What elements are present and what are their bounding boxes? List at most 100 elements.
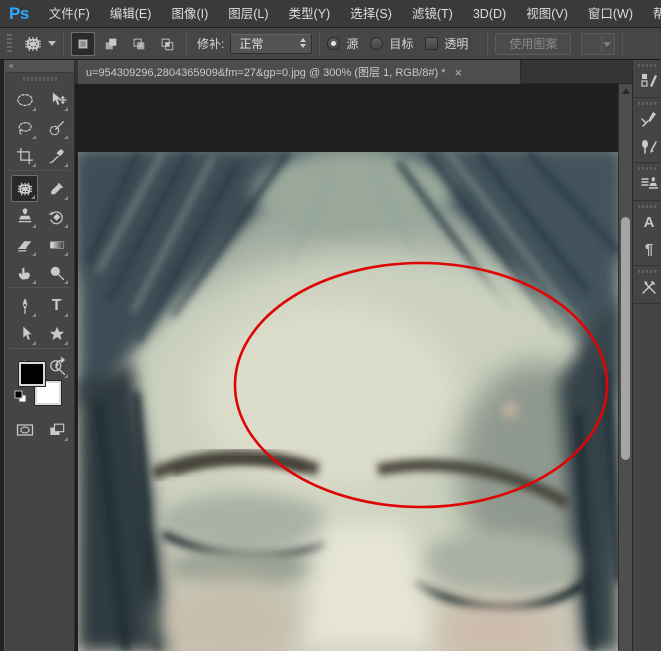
target-radio-option[interactable]: 目标 bbox=[370, 35, 413, 52]
panel-dock: A ¶ bbox=[632, 60, 661, 651]
patch-mode-value: 正常 bbox=[239, 35, 263, 52]
character-panel-button[interactable]: A bbox=[639, 211, 659, 233]
scroll-up-icon[interactable] bbox=[622, 88, 630, 94]
gradient-tool[interactable] bbox=[43, 231, 70, 258]
source-radio-option[interactable]: 源 bbox=[327, 35, 358, 52]
quick-selection-tool[interactable] bbox=[43, 114, 70, 141]
pen-tool[interactable] bbox=[11, 292, 38, 319]
options-gripper[interactable] bbox=[7, 34, 12, 54]
separator bbox=[186, 32, 187, 56]
menu-image[interactable]: 图像(I) bbox=[161, 0, 218, 28]
transparent-checkbox-option[interactable]: 透明 bbox=[425, 35, 468, 52]
eraser-tool[interactable] bbox=[11, 231, 38, 258]
scrollbar-thumb[interactable] bbox=[621, 217, 630, 460]
pattern-picker-dropdown[interactable] bbox=[581, 33, 615, 55]
patch-tool-icon bbox=[22, 33, 44, 55]
menu-filter[interactable]: 滤镜(T) bbox=[402, 0, 463, 28]
tool-options-bar: 修补: 正常 源 目标 透明 使用图案 bbox=[0, 28, 661, 60]
canvas-viewport[interactable] bbox=[75, 84, 618, 651]
separator bbox=[622, 32, 623, 56]
vertical-scrollbar[interactable] bbox=[618, 84, 632, 651]
source-radio[interactable] bbox=[327, 37, 340, 50]
patch-mode-select[interactable]: 正常 bbox=[230, 34, 312, 54]
target-radio[interactable] bbox=[370, 37, 383, 50]
character-panel-icon: A bbox=[644, 214, 655, 231]
subtract-selection-icon bbox=[131, 36, 147, 52]
photoshop-window: Ps 文件(F) 编辑(E) 图像(I) 图层(L) 类型(Y) 选择(S) 滤… bbox=[0, 0, 661, 651]
clone-stamp-tool[interactable] bbox=[11, 203, 38, 230]
menu-window[interactable]: 窗口(W) bbox=[578, 0, 643, 28]
separator bbox=[487, 32, 488, 56]
menu-help[interactable]: 帮助(H) bbox=[643, 0, 661, 28]
default-colors-icon[interactable] bbox=[14, 390, 28, 404]
dock-gripper[interactable] bbox=[638, 64, 656, 67]
tool-presets-panel-button[interactable] bbox=[639, 276, 659, 298]
divider bbox=[9, 348, 70, 349]
subtract-from-selection-button[interactable] bbox=[127, 32, 151, 56]
photo-image[interactable] bbox=[78, 152, 618, 651]
clone-source-panel-button[interactable] bbox=[639, 173, 659, 195]
collapse-panel-icon: « bbox=[9, 61, 13, 70]
dock-gripper[interactable] bbox=[638, 167, 656, 170]
use-pattern-button[interactable]: 使用图案 bbox=[495, 33, 571, 55]
swap-colors-icon[interactable] bbox=[53, 356, 69, 372]
brush-panel-button[interactable] bbox=[639, 108, 659, 130]
tools-panel-gripper[interactable] bbox=[23, 77, 57, 81]
add-to-selection-button[interactable] bbox=[99, 32, 123, 56]
document-area: u=954309296,2804365909&fm=27&gp=0.jpg @ … bbox=[75, 60, 632, 651]
dock-gripper[interactable] bbox=[638, 205, 656, 208]
preset-caret-icon bbox=[48, 41, 56, 46]
document-tab[interactable]: u=954309296,2804365909&fm=27&gp=0.jpg @ … bbox=[78, 60, 521, 84]
dock-section bbox=[633, 163, 661, 201]
dock-gripper[interactable] bbox=[638, 102, 656, 105]
transparent-checkbox[interactable] bbox=[425, 37, 438, 50]
styles-panel-button[interactable] bbox=[639, 70, 659, 92]
eyedropper-tool[interactable] bbox=[43, 142, 70, 169]
crop-tool[interactable] bbox=[11, 142, 38, 169]
screen-mode-button[interactable] bbox=[43, 416, 70, 443]
menu-select[interactable]: 选择(S) bbox=[340, 0, 402, 28]
elliptical-marquee-tool[interactable] bbox=[11, 86, 38, 113]
quick-mask-button[interactable] bbox=[11, 416, 38, 443]
menu-view[interactable]: 视图(V) bbox=[516, 0, 578, 28]
paragraph-panel-button[interactable]: ¶ bbox=[639, 238, 659, 260]
menu-edit[interactable]: 编辑(E) bbox=[100, 0, 162, 28]
brush-presets-panel-button[interactable] bbox=[639, 135, 659, 157]
brush-tool[interactable] bbox=[43, 175, 70, 202]
patch-tool[interactable] bbox=[11, 175, 38, 202]
tab-close-icon[interactable]: × bbox=[454, 66, 462, 79]
styles-panel-icon bbox=[640, 72, 658, 90]
path-selection-tool[interactable] bbox=[11, 320, 38, 347]
brush-panel-icon bbox=[640, 110, 658, 128]
tool-preset-button[interactable] bbox=[22, 33, 56, 55]
menu-file[interactable]: 文件(F) bbox=[39, 0, 100, 28]
smudge-tool[interactable] bbox=[11, 259, 38, 286]
type-tool[interactable]: T bbox=[43, 292, 70, 319]
move-tool[interactable] bbox=[43, 86, 70, 113]
paragraph-panel-icon: ¶ bbox=[645, 241, 653, 258]
dock-gripper[interactable] bbox=[638, 270, 656, 273]
separator bbox=[63, 32, 64, 56]
menu-type[interactable]: 类型(Y) bbox=[279, 0, 341, 28]
pattern-caret-icon bbox=[603, 42, 611, 47]
selection-mode-group bbox=[71, 32, 179, 56]
new-selection-button[interactable] bbox=[71, 32, 95, 56]
tools-panel: « bbox=[4, 60, 75, 651]
tools-panel-collapse[interactable]: « bbox=[5, 60, 74, 73]
dodge-tool[interactable] bbox=[43, 259, 70, 286]
history-brush-tool[interactable] bbox=[43, 203, 70, 230]
lasso-tool[interactable] bbox=[11, 114, 38, 141]
clone-source-panel-icon bbox=[640, 175, 658, 193]
target-radio-label: 目标 bbox=[389, 35, 413, 52]
foreground-color-swatch[interactable] bbox=[19, 362, 45, 386]
menu-3d[interactable]: 3D(D) bbox=[463, 0, 516, 28]
document-tab-title: u=954309296,2804365909&fm=27&gp=0.jpg @ … bbox=[86, 64, 445, 80]
intersect-selection-icon bbox=[159, 36, 175, 52]
menu-layer[interactable]: 图层(L) bbox=[218, 0, 278, 28]
custom-shape-tool[interactable] bbox=[43, 320, 70, 347]
wrench-icon bbox=[640, 278, 658, 296]
intersect-selection-button[interactable] bbox=[155, 32, 179, 56]
dock-section bbox=[633, 266, 661, 304]
dock-section bbox=[633, 98, 661, 163]
brush-presets-icon bbox=[640, 137, 658, 155]
